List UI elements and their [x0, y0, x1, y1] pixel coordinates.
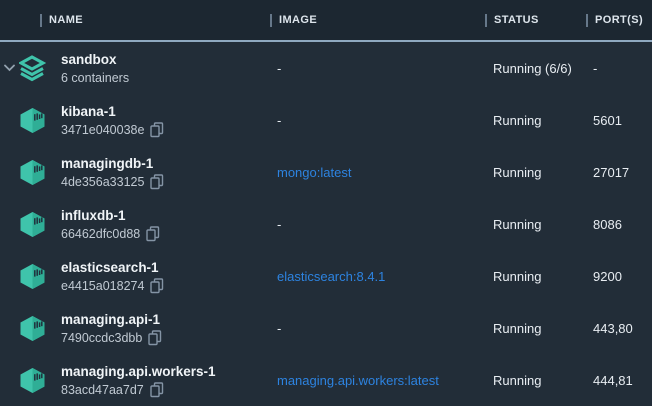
- column-separator: [40, 14, 42, 27]
- copy-icon: [150, 122, 164, 138]
- container-count: 6 containers: [61, 69, 129, 87]
- column-header-name-label: NAME: [49, 14, 83, 26]
- chevron-down-icon: [4, 64, 15, 72]
- status-text: Running: [485, 373, 586, 388]
- status-text: Running: [485, 217, 586, 232]
- image-cell: -: [270, 217, 485, 232]
- image-link[interactable]: managing.api.workers:latest: [270, 373, 485, 388]
- container-cube-icon: [19, 159, 46, 186]
- copy-id-button[interactable]: [150, 122, 164, 138]
- container-name: managing.api-1: [61, 310, 162, 329]
- image-link[interactable]: mongo:latest: [270, 165, 485, 180]
- container-id: 66462dfc0d88: [61, 225, 140, 243]
- table-row-managingdb-1[interactable]: managingdb-1 4de356a33125 mongo:latest R…: [0, 146, 652, 198]
- status-text: Running: [485, 113, 586, 128]
- table-header: NAME IMAGE STATUS PORT(S): [0, 0, 652, 42]
- ports-text: 5601: [586, 113, 652, 128]
- image-cell: -: [270, 321, 485, 336]
- status-text: Running: [485, 321, 586, 336]
- ports-text: -: [586, 61, 652, 76]
- name-cell: managingdb-1 4de356a33125: [0, 146, 270, 198]
- image-cell: -: [270, 61, 485, 76]
- name-cell: kibana-1 3471e040038e: [0, 94, 270, 146]
- container-name: influxdb-1: [61, 206, 160, 225]
- column-separator: [485, 14, 487, 27]
- copy-icon: [150, 382, 164, 398]
- table-row-sandbox[interactable]: sandbox 6 containers - Running (6/6) -: [0, 42, 652, 94]
- compose-stack-icon: [19, 55, 46, 82]
- column-separator: [586, 14, 588, 27]
- containers-table: NAME IMAGE STATUS PORT(S) sandbox 6 cont…: [0, 0, 652, 405]
- container-cube-icon: [19, 211, 46, 238]
- table-row-managing-api-1[interactable]: managing.api-1 7490ccdc3dbb - Running 44…: [0, 302, 652, 354]
- column-header-image-label: IMAGE: [279, 14, 317, 26]
- column-header-name: NAME: [0, 14, 270, 27]
- container-name: kibana-1: [61, 102, 164, 121]
- table-row-managing-api-workers-1[interactable]: managing.api.workers-1 83acd47aa7d7 mana…: [0, 354, 652, 406]
- container-id: e4415a018274: [61, 277, 144, 295]
- status-text: Running: [485, 165, 586, 180]
- image-cell: -: [270, 113, 485, 128]
- container-name: managingdb-1: [61, 154, 164, 173]
- container-name: sandbox: [61, 50, 129, 69]
- copy-id-button[interactable]: [150, 278, 164, 294]
- table-row-influxdb-1[interactable]: influxdb-1 66462dfc0d88 - Running 8086: [0, 198, 652, 250]
- column-header-status: STATUS: [485, 14, 586, 27]
- name-cell: elasticsearch-1 e4415a018274: [0, 250, 270, 302]
- copy-icon: [150, 174, 164, 190]
- status-text: Running (6/6): [485, 61, 586, 76]
- image-link[interactable]: elasticsearch:8.4.1: [270, 269, 485, 284]
- copy-id-button[interactable]: [150, 174, 164, 190]
- copy-id-button[interactable]: [150, 382, 164, 398]
- name-cell: managing.api-1 7490ccdc3dbb: [0, 302, 270, 354]
- container-name: elasticsearch-1: [61, 258, 164, 277]
- column-header-status-label: STATUS: [494, 14, 539, 26]
- status-text: Running: [485, 269, 586, 284]
- name-cell: influxdb-1 66462dfc0d88: [0, 198, 270, 250]
- ports-text: 444,81: [586, 373, 652, 388]
- copy-id-button[interactable]: [148, 330, 162, 346]
- container-cube-icon: [19, 263, 46, 290]
- table-row-elasticsearch-1[interactable]: elasticsearch-1 e4415a018274 elasticsear…: [0, 250, 652, 302]
- expand-collapse-button[interactable]: [0, 64, 18, 72]
- column-header-ports: PORT(S): [586, 14, 652, 27]
- container-cube-icon: [19, 367, 46, 394]
- container-id: 4de356a33125: [61, 173, 144, 191]
- container-id: 83acd47aa7d7: [61, 381, 144, 399]
- container-cube-icon: [19, 107, 46, 134]
- container-id: 7490ccdc3dbb: [61, 329, 142, 347]
- ports-text: 27017: [586, 165, 652, 180]
- copy-icon: [150, 278, 164, 294]
- ports-text: 8086: [586, 217, 652, 232]
- table-row-kibana-1[interactable]: kibana-1 3471e040038e - Running 5601: [0, 94, 652, 146]
- ports-text: 443,80: [586, 321, 652, 336]
- copy-icon: [146, 226, 160, 242]
- name-cell: managing.api.workers-1 83acd47aa7d7: [0, 354, 270, 406]
- copy-icon: [148, 330, 162, 346]
- column-header-ports-label: PORT(S): [595, 14, 643, 26]
- copy-id-button[interactable]: [146, 226, 160, 242]
- container-id: 3471e040038e: [61, 121, 144, 139]
- column-header-image: IMAGE: [270, 14, 485, 27]
- column-separator: [270, 14, 272, 27]
- ports-text: 9200: [586, 269, 652, 284]
- container-name: managing.api.workers-1: [61, 362, 216, 381]
- name-cell: sandbox 6 containers: [0, 42, 270, 94]
- container-cube-icon: [19, 315, 46, 342]
